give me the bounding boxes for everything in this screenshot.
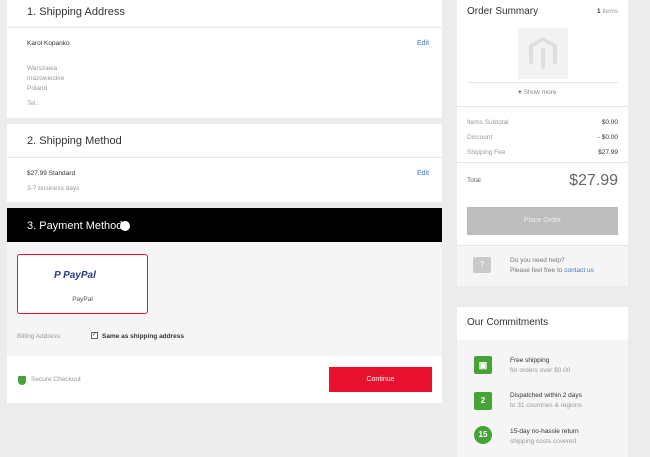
subtotal-value: $0.00 — [601, 119, 618, 126]
magento-logo-icon — [529, 37, 557, 69]
commitment-title: 15-day no-hassle return — [510, 428, 579, 435]
address-tel: Tel.: — [27, 100, 39, 107]
commitment-title: Dispatched within 2 days — [510, 392, 582, 399]
address-city: Warszawa — [27, 65, 58, 72]
shipping-fee-label: Shipping Fee — [467, 149, 506, 156]
question-icon[interactable]: ? — [473, 257, 491, 273]
address-region: mazowieckie — [27, 75, 65, 82]
gift-icon-glyph: ▣ — [478, 360, 488, 370]
help-question: Do you need help? — [510, 257, 565, 264]
edit-shipping-address-link[interactable]: Edit — [417, 40, 429, 47]
shield-check-icon — [18, 376, 26, 385]
divider — [468, 82, 618, 83]
address-country: Poland — [27, 85, 48, 92]
total-value: $27.99 — [569, 172, 618, 189]
gift-icon: ▣ — [474, 356, 492, 374]
place-order-button[interactable]: Place Order — [467, 207, 618, 235]
commitment-sub: for orders over $0.00 — [510, 367, 571, 374]
product-thumbnail[interactable] — [518, 28, 568, 79]
discount-value: - $0.00 — [597, 134, 618, 141]
payment-method-title: 3. Payment Method — [27, 220, 123, 232]
paypal-p-icon: P — [54, 270, 64, 281]
secure-checkout: Secure Checkout Continue — [7, 356, 442, 403]
paypal-option-card[interactable]: P PayPal PayPal — [17, 254, 148, 314]
place-order-label: Place Order — [523, 217, 562, 224]
shipping-fee-value: $27.99 — [598, 149, 618, 156]
shipping-rate: $27.99 Standard — [27, 170, 76, 177]
customer-name: Karol Kopanko — [27, 40, 70, 47]
plus-icon: + — [518, 89, 522, 96]
continue-button-label: Continue — [366, 376, 395, 383]
shipping-method-panel: 2. Shipping Method $27.99 Standard Edit … — [7, 124, 442, 202]
subtotal-label: Items Subtotal — [467, 119, 509, 126]
paypal-label: PayPal — [72, 296, 93, 303]
shipping-days: 3-7 business days — [27, 185, 80, 192]
commitments-title: Our Commitments — [467, 317, 549, 328]
divider — [457, 106, 628, 107]
total-label: Total — [467, 177, 481, 184]
shipping-address-panel: 1. Shipping Address Karol Kopanko Edit W… — [7, 0, 442, 118]
info-icon[interactable] — [120, 221, 130, 231]
edit-shipping-method-link[interactable]: Edit — [417, 170, 429, 177]
shipping-method-title: 2. Shipping Method — [27, 135, 122, 147]
payment-method-panel: 3. Payment Method P PayPal PayPal Billin… — [7, 208, 442, 403]
discount-label: Discount — [467, 134, 493, 141]
continue-button[interactable]: Continue — [329, 367, 432, 392]
same-as-shipping-checkbox[interactable]: ✓ — [91, 332, 98, 339]
calendar-icon: 2 — [474, 392, 492, 410]
show-more-button[interactable]: + Show more — [518, 89, 556, 96]
order-summary-title: Order Summary — [467, 6, 539, 17]
paypal-logo: P PayPal — [54, 270, 96, 281]
same-as-shipping-label[interactable]: Same as shipping address — [102, 333, 184, 340]
order-summary-panel: Order Summary 1 items + Show more Items … — [457, 0, 628, 286]
divider — [457, 162, 628, 163]
paypal-brand-text: PayPal — [63, 270, 96, 281]
item-count: 1 items — [597, 8, 618, 15]
billing-address-label: Billing Address: — [17, 333, 62, 340]
contact-us-link[interactable]: contact us — [564, 267, 594, 274]
commitment-free-shipping: ▣ Free shipping for orders over $0.00 2 … — [457, 340, 628, 457]
payment-method-header: 3. Payment Method — [7, 208, 442, 242]
divider — [7, 27, 442, 28]
help-prefix: Please feel free to — [510, 267, 565, 274]
return-badge-icon: 15 — [474, 426, 492, 444]
divider — [7, 157, 442, 158]
commitment-title: Free shipping — [510, 357, 550, 364]
item-count-unit: items — [602, 8, 618, 15]
item-count-number: 1 — [597, 8, 601, 15]
commitments-panel: Our Commitments ▣ Free shipping for orde… — [457, 307, 628, 457]
commitment-sub: shipping costs covered — [510, 438, 577, 445]
shipping-address-title: 1. Shipping Address — [27, 6, 125, 18]
secure-checkout-label: Secure Checkout — [31, 376, 81, 383]
commitment-sub: to 31 countries & regions — [510, 402, 582, 409]
show-more-label: Show more — [523, 89, 557, 96]
help-section: ? Do you need help? Please feel free to … — [457, 246, 628, 286]
help-text: Please feel free to contact us — [510, 267, 594, 274]
